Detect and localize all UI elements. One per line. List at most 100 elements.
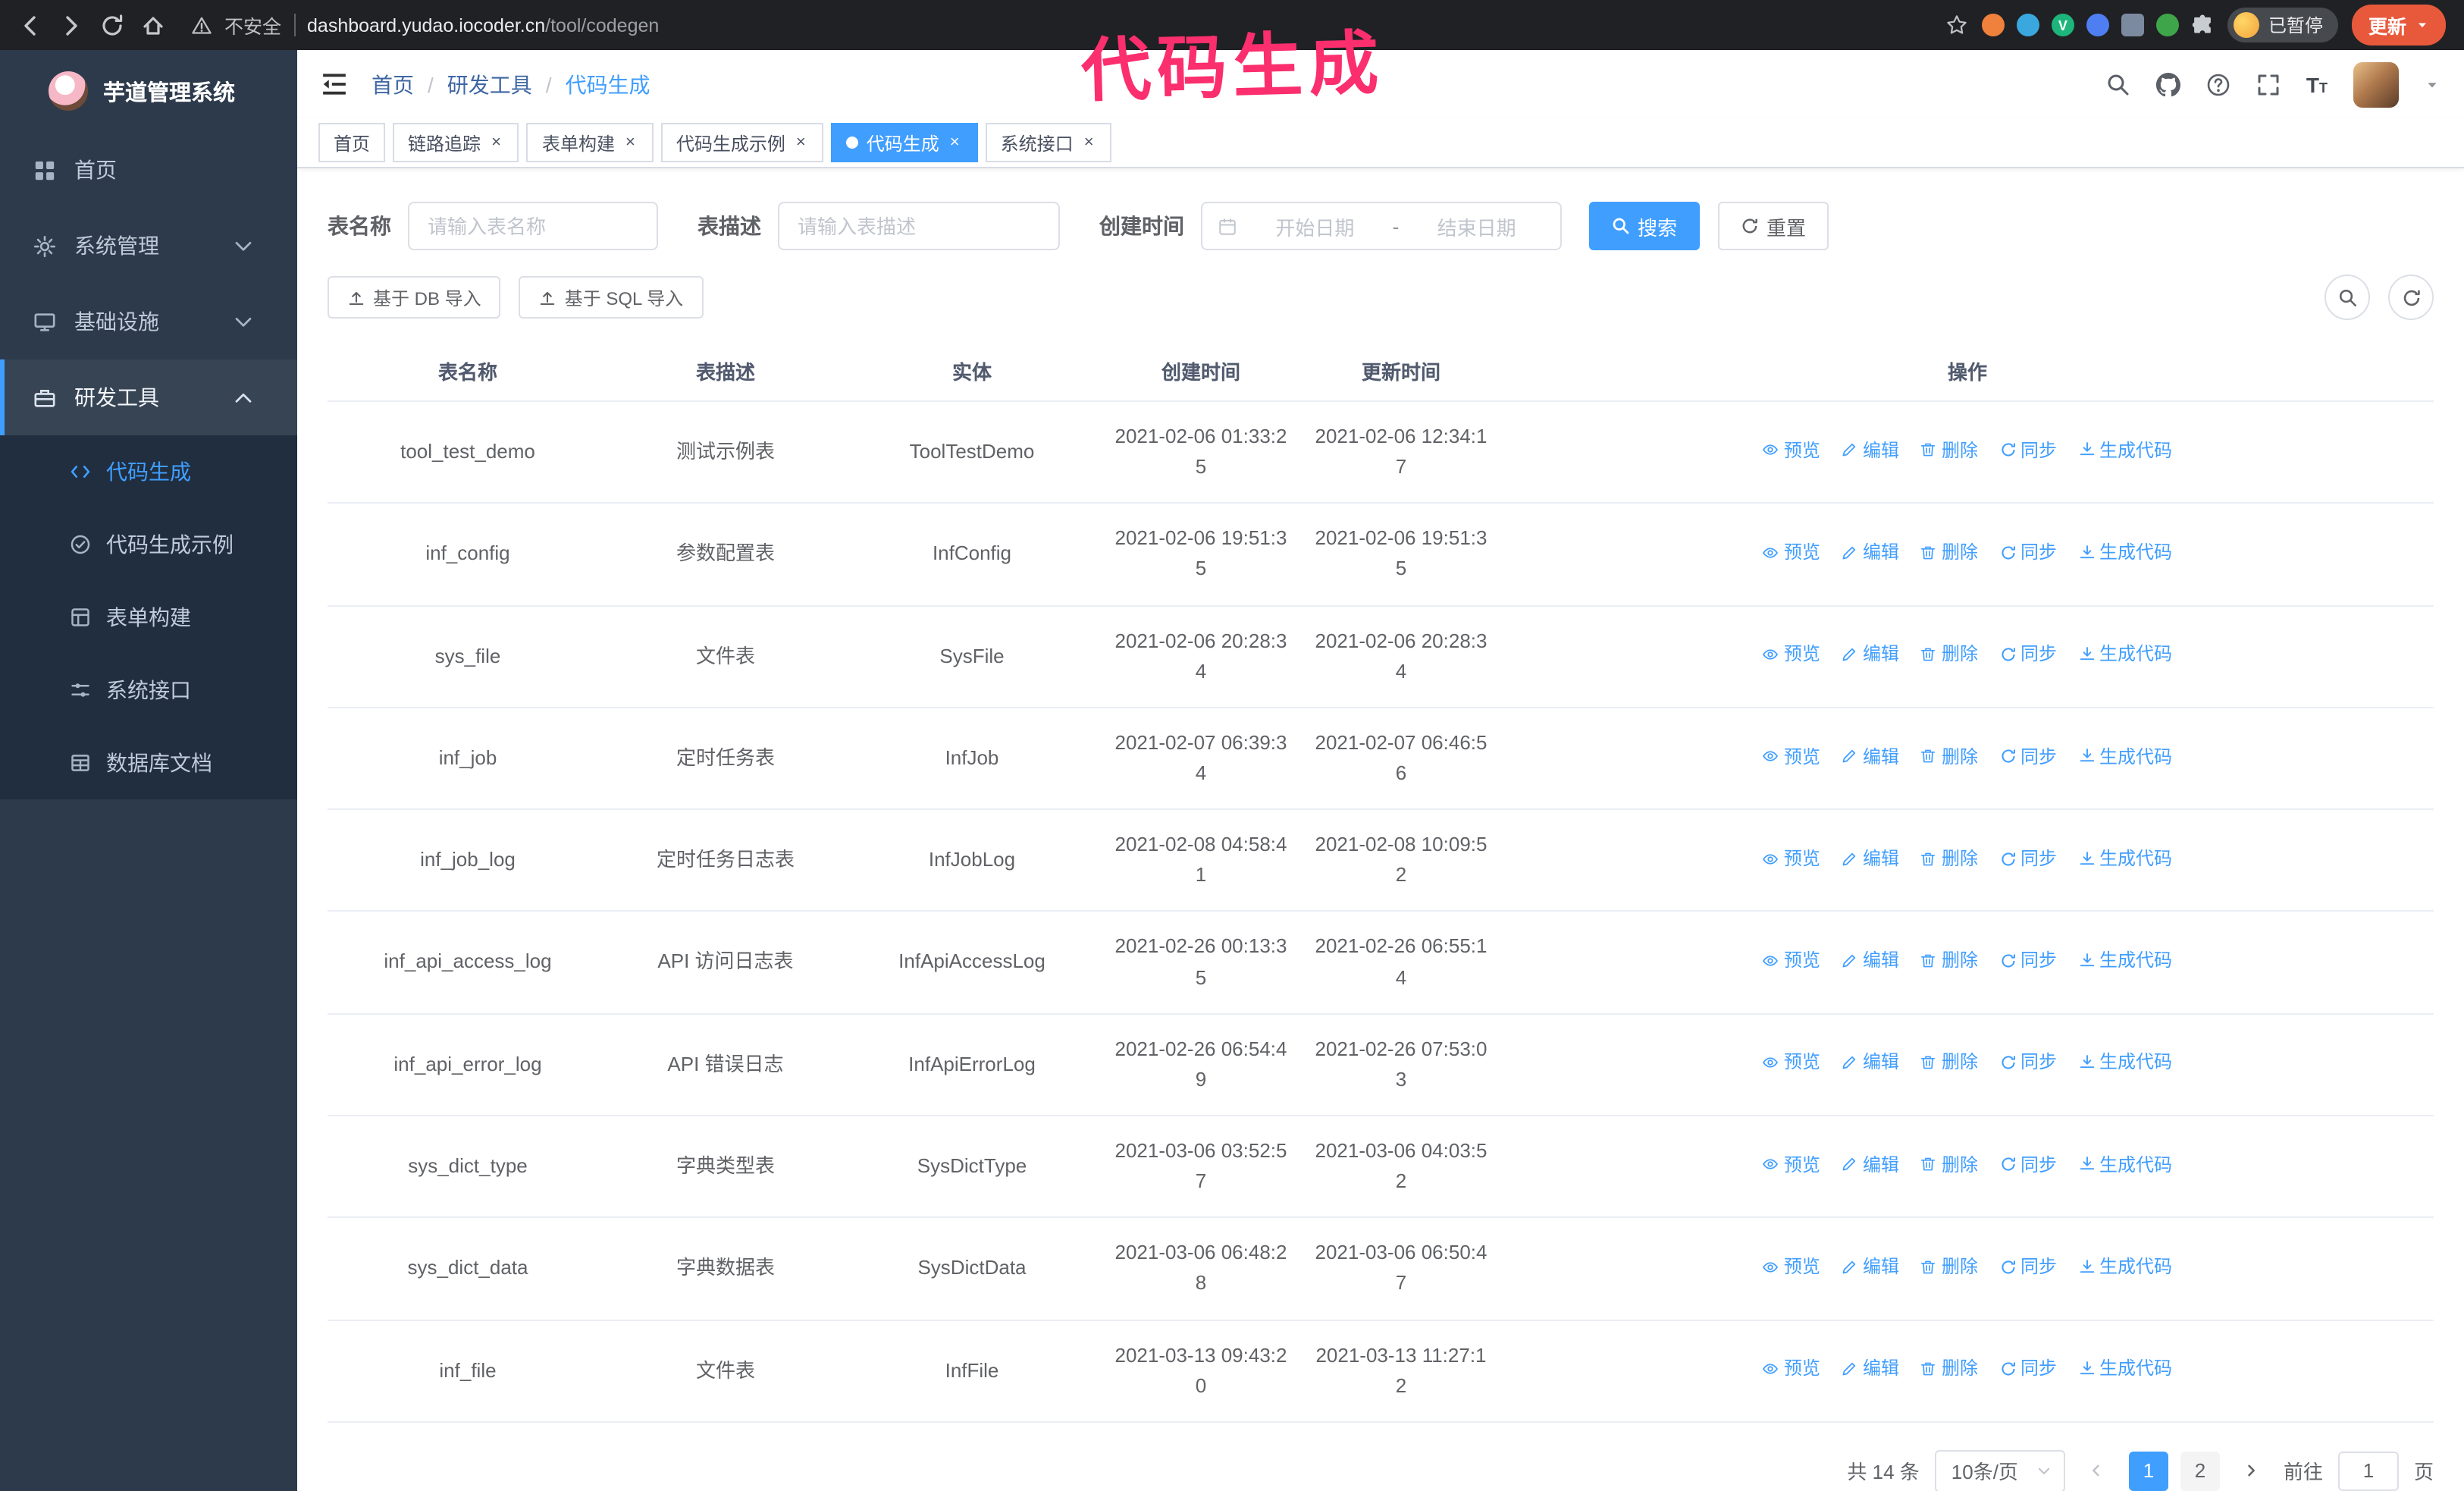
sync-link[interactable]: 同步 [1999, 946, 2057, 975]
delete-link[interactable]: 删除 [1920, 742, 1978, 771]
sync-link[interactable]: 同步 [1999, 436, 2057, 464]
table-desc-input[interactable] [778, 202, 1060, 250]
sync-link[interactable]: 同步 [1999, 1354, 2057, 1383]
preview-link[interactable]: 预览 [1763, 946, 1820, 975]
sync-link[interactable]: 同步 [1999, 538, 2057, 567]
table-name-input[interactable] [408, 202, 658, 250]
puzzle-extension-icon[interactable] [2191, 14, 2214, 36]
sidebar-item-codegen-example[interactable]: 代码生成示例 [0, 508, 297, 581]
blue-extension-icon[interactable] [2016, 14, 2039, 36]
prev-page-button[interactable] [2080, 1452, 2114, 1491]
sidebar-item-devtools[interactable]: 研发工具 [0, 359, 297, 435]
generate-code-link[interactable]: 生成代码 [2078, 436, 2172, 464]
blue-users-extension-icon[interactable] [2086, 14, 2109, 36]
tab-codegen-example[interactable]: 代码生成示例 × [660, 123, 824, 162]
generate-code-link[interactable]: 生成代码 [2078, 538, 2172, 567]
page-1-button[interactable]: 1 [2128, 1451, 2168, 1491]
sync-link[interactable]: 同步 [1999, 640, 2057, 668]
delete-link[interactable]: 删除 [1920, 1354, 1978, 1383]
preview-link[interactable]: 预览 [1763, 1150, 1820, 1179]
sidebar-item-codegen[interactable]: 代码生成 [0, 435, 297, 508]
preview-link[interactable]: 预览 [1763, 1354, 1820, 1383]
avatar-caret-down-icon[interactable] [2425, 77, 2440, 92]
address-bar[interactable]: 不安全 dashboard.yudao.iocoder.cn/tool/code… [191, 11, 1929, 39]
tab-home[interactable]: 首页 [318, 123, 386, 162]
reset-button[interactable]: 重置 [1718, 202, 1829, 250]
edit-link[interactable]: 编辑 [1842, 946, 1899, 975]
home-icon[interactable] [141, 13, 165, 37]
preview-link[interactable]: 预览 [1763, 538, 1820, 567]
app-logo[interactable]: 芋道管理系统 [0, 50, 297, 132]
edit-link[interactable]: 编辑 [1842, 1253, 1899, 1281]
back-icon[interactable] [18, 13, 42, 37]
delete-link[interactable]: 删除 [1920, 1049, 1978, 1077]
preview-link[interactable]: 预览 [1763, 436, 1820, 464]
edit-link[interactable]: 编辑 [1842, 538, 1899, 567]
generate-code-link[interactable]: 生成代码 [2078, 1354, 2172, 1383]
sidebar-item-db-doc[interactable]: 数据库文档 [0, 727, 297, 799]
import-db-button[interactable]: 基于 DB 导入 [328, 276, 501, 319]
search-icon[interactable] [2106, 72, 2130, 96]
delete-link[interactable]: 删除 [1920, 640, 1978, 668]
delete-link[interactable]: 删除 [1920, 538, 1978, 567]
page-2-button[interactable]: 2 [2180, 1451, 2220, 1491]
preview-link[interactable]: 预览 [1763, 845, 1820, 873]
tab-system-api[interactable]: 系统接口 × [985, 123, 1112, 162]
hamburger-icon[interactable] [321, 71, 347, 97]
bookmark-star-icon[interactable] [1945, 14, 1968, 36]
sync-link[interactable]: 同步 [1999, 845, 2057, 873]
sync-link[interactable]: 同步 [1999, 1049, 2057, 1077]
close-icon[interactable]: × [793, 133, 809, 152]
create-time-range-picker[interactable]: 开始日期 - 结束日期 [1201, 202, 1562, 250]
help-icon[interactable] [2206, 72, 2230, 96]
sidebar-item-home[interactable]: 首页 [0, 132, 297, 208]
tab-tracer[interactable]: 链路追踪 × [393, 123, 519, 162]
breadcrumb-item[interactable]: 首页 [371, 69, 414, 99]
forward-icon[interactable] [59, 13, 83, 37]
generate-code-link[interactable]: 生成代码 [2078, 1150, 2172, 1179]
generate-code-link[interactable]: 生成代码 [2078, 946, 2172, 975]
next-page-button[interactable] [2235, 1452, 2268, 1491]
preview-link[interactable]: 预览 [1763, 1049, 1820, 1077]
goto-page-input[interactable] [2337, 1451, 2399, 1491]
browser-update-button[interactable]: 更新 [2351, 5, 2446, 46]
generate-code-link[interactable]: 生成代码 [2078, 1049, 2172, 1077]
reload-icon[interactable] [100, 13, 124, 37]
breadcrumb-item[interactable]: 代码生成 [566, 69, 650, 99]
page-size-select[interactable]: 10条/页 [1934, 1449, 2065, 1491]
close-icon[interactable]: × [488, 133, 504, 152]
sync-link[interactable]: 同步 [1999, 1253, 2057, 1281]
toggle-search-button[interactable] [2324, 275, 2370, 320]
generate-code-link[interactable]: 生成代码 [2078, 845, 2172, 873]
breadcrumb-item[interactable]: 研发工具 [447, 69, 532, 99]
preview-link[interactable]: 预览 [1763, 742, 1820, 771]
generate-code-link[interactable]: 生成代码 [2078, 1253, 2172, 1281]
slate-extension-icon[interactable] [2121, 14, 2144, 36]
close-icon[interactable]: × [947, 133, 963, 152]
import-sql-button[interactable]: 基于 SQL 导入 [519, 276, 704, 319]
tab-form-builder[interactable]: 表单构建 × [526, 123, 654, 162]
sidebar-item-form-builder[interactable]: 表单构建 [0, 581, 297, 654]
green-check-extension-icon[interactable]: V [2051, 14, 2074, 36]
tab-codegen[interactable]: 代码生成 × [831, 123, 978, 162]
generate-code-link[interactable]: 生成代码 [2078, 640, 2172, 668]
sync-link[interactable]: 同步 [1999, 742, 2057, 771]
preview-link[interactable]: 预览 [1763, 1253, 1820, 1281]
edit-link[interactable]: 编辑 [1842, 1354, 1899, 1383]
sidebar-item-infra[interactable]: 基础设施 [0, 284, 297, 359]
sidebar-item-system-api[interactable]: 系统接口 [0, 654, 297, 727]
edit-link[interactable]: 编辑 [1842, 436, 1899, 464]
delete-link[interactable]: 删除 [1920, 1253, 1978, 1281]
profile-paused-badge[interactable]: 已暂停 [2227, 8, 2338, 42]
edit-link[interactable]: 编辑 [1842, 845, 1899, 873]
preview-link[interactable]: 预览 [1763, 640, 1820, 668]
fullscreen-icon[interactable] [2256, 72, 2281, 96]
sync-link[interactable]: 同步 [1999, 1150, 2057, 1179]
close-icon[interactable]: × [1081, 133, 1097, 152]
sidebar-item-system[interactable]: 系统管理 [0, 208, 297, 284]
delete-link[interactable]: 删除 [1920, 946, 1978, 975]
edit-link[interactable]: 编辑 [1842, 742, 1899, 771]
search-button[interactable]: 搜索 [1589, 202, 1701, 250]
edit-link[interactable]: 编辑 [1842, 640, 1899, 668]
close-icon[interactable]: × [622, 133, 638, 152]
